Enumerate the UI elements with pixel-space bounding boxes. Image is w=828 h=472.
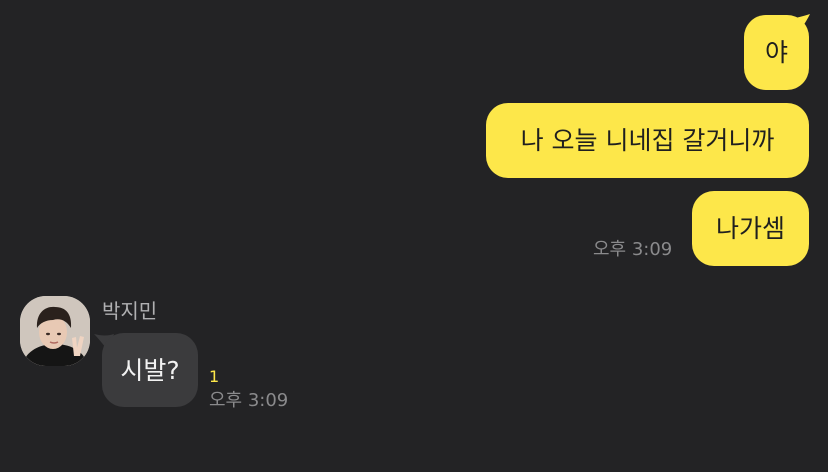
outgoing-message-text: 나 오늘 니네집 갈거니까 [520, 126, 775, 155]
unread-count: 1 [209, 367, 220, 386]
outgoing-timestamp: 오후 3:09 [593, 239, 673, 260]
sender-name: 박지민 [102, 299, 158, 323]
outgoing-message-3[interactable]: 나가셈 [692, 191, 809, 266]
chat-view: 야 나 오늘 니네집 갈거니까 오후 3:09 나가셈 박지민 시발? 1 오후… [0, 0, 828, 472]
outgoing-message-text: 나가셈 [715, 214, 785, 243]
profile-photo-icon [20, 296, 90, 366]
outgoing-message-1[interactable]: 야 [744, 15, 809, 90]
incoming-timestamp: 오후 3:09 [209, 390, 289, 411]
sender-avatar[interactable] [20, 296, 90, 366]
incoming-message-text: 시발? [120, 355, 180, 385]
outgoing-message-text: 야 [764, 38, 788, 67]
outgoing-message-2[interactable]: 나 오늘 니네집 갈거니까 [486, 103, 809, 178]
incoming-message[interactable]: 시발? [102, 333, 198, 407]
